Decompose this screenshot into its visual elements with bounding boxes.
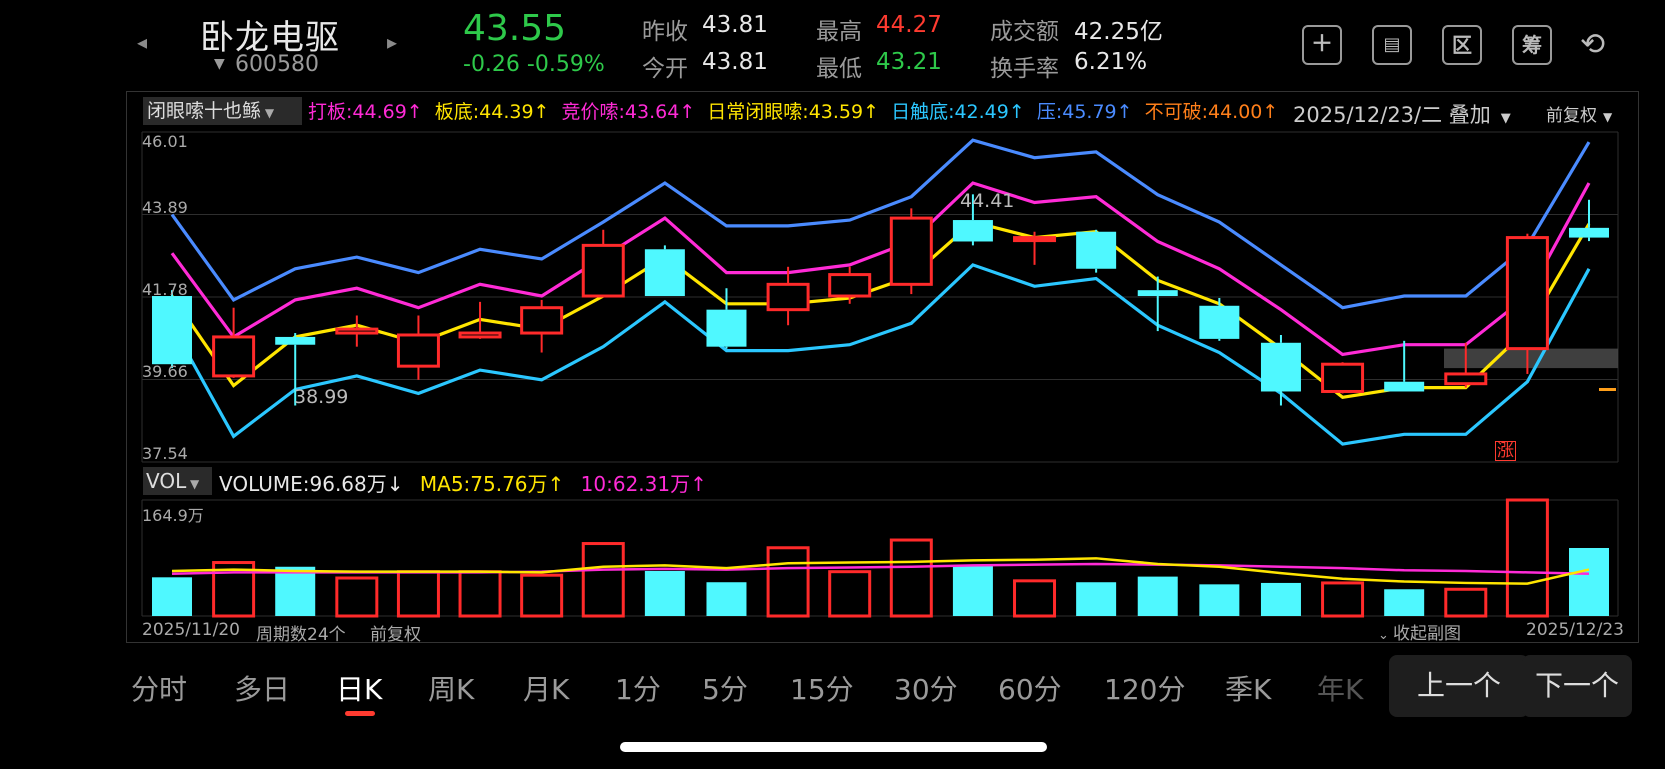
volume-bar <box>706 582 747 616</box>
candle-body <box>1505 236 1549 351</box>
candle-body <box>1321 362 1365 393</box>
next-button[interactable]: 下一个 <box>1522 655 1632 717</box>
volume-bar <box>644 570 685 616</box>
volume-bar <box>396 570 440 618</box>
tab-60fen[interactable]: 60分 <box>998 668 1062 708</box>
price-zone-band <box>1444 348 1618 369</box>
limit-up-marker: 涨 <box>1495 441 1516 461</box>
vol-dropdown-icon: ▼ <box>186 477 200 491</box>
tab-120fen[interactable]: 120分 <box>1104 668 1185 708</box>
price-chart[interactable] <box>0 0 1665 769</box>
volume-bar <box>520 573 564 618</box>
tab-duori[interactable]: 多日 <box>234 668 290 708</box>
vol-selector[interactable]: VOL ▼ <box>143 467 212 495</box>
collapse-subchart-button[interactable]: ⌄ 收起副图 <box>1378 619 1461 644</box>
candle-body <box>1569 227 1609 238</box>
indicator-line-压 <box>170 138 1591 310</box>
volume-bar <box>335 576 379 618</box>
candle-body <box>152 296 192 365</box>
volume-bar <box>1321 581 1365 618</box>
candle-body <box>766 282 810 312</box>
candle-body <box>396 333 440 368</box>
candle-body <box>1384 381 1425 392</box>
high-price-label: 44.41 <box>960 190 1015 212</box>
volume-bar <box>828 570 872 618</box>
start-date: 2025/11/20 <box>142 620 240 640</box>
home-indicator <box>620 742 1047 752</box>
y-tick-0: 46.01 <box>142 132 188 151</box>
tab-1fen[interactable]: 1分 <box>615 668 661 708</box>
candle-body <box>520 306 564 335</box>
vol-legend-volume: VOLUME:96.68万↓ <box>219 472 404 496</box>
low-price-label: 38.99 <box>294 386 349 408</box>
adjust-bottom: 前复权 <box>370 625 421 645</box>
volume-bar <box>152 577 192 616</box>
candle-body <box>275 336 316 345</box>
candle-body <box>1137 290 1178 297</box>
tab-zhouk[interactable]: 周K <box>428 668 474 708</box>
volume-bar <box>1076 582 1117 616</box>
volume-bar <box>1384 589 1425 616</box>
collapse-icon: ⌄ <box>1378 628 1394 643</box>
volume-bar <box>766 546 810 618</box>
vol-legend: VOLUME:96.68万↓ MA5:75.76万↑ 10:62.31万↑ <box>219 468 707 497</box>
volume-bar <box>1137 576 1178 616</box>
candle-body <box>828 273 872 298</box>
vol-max-label: 164.9万 <box>142 506 204 525</box>
tab-niank[interactable]: 年K <box>1317 668 1363 708</box>
vol-legend-ma5: MA5:75.76万↑ <box>419 472 565 496</box>
active-tab-indicator <box>345 711 375 716</box>
candle-body <box>1199 305 1240 339</box>
volume-bar <box>1013 579 1057 618</box>
vol-name: VOL <box>146 469 187 493</box>
candle-body <box>335 327 379 335</box>
volume-bar <box>1505 498 1549 618</box>
tab-yuek[interactable]: 月K <box>523 668 569 708</box>
tab-jik[interactable]: 季K <box>1225 668 1271 708</box>
volume-bar <box>952 565 993 616</box>
tab-30fen[interactable]: 30分 <box>894 668 958 708</box>
y-tick-1: 43.89 <box>142 198 188 217</box>
indicator-line-板底 <box>170 220 1591 399</box>
candle-body <box>1260 342 1301 392</box>
candle-body <box>458 331 502 339</box>
volume-bar <box>1199 584 1240 616</box>
end-date: 2025/12/23 <box>1526 620 1624 640</box>
tab-15fen[interactable]: 15分 <box>790 668 854 708</box>
candle-body <box>1076 231 1117 269</box>
tab-5fen[interactable]: 5分 <box>702 668 748 708</box>
indicator-line-日触底 <box>170 263 1591 446</box>
volume-bar <box>458 570 502 618</box>
volume-bar <box>1569 547 1609 616</box>
prev-button[interactable]: 上一个 <box>1389 655 1529 717</box>
vol-legend-ma10: 10:62.31万↑ <box>580 472 707 496</box>
volume-bar <box>581 542 625 618</box>
vol-ma5-line <box>171 557 1590 585</box>
candle-body <box>952 220 993 242</box>
y-tick-3: 39.66 <box>142 362 188 381</box>
candle-body <box>1013 236 1057 243</box>
candle-body <box>644 249 685 297</box>
volume-bar <box>1260 582 1301 616</box>
candle-body <box>706 309 747 347</box>
period-count: 周期数24个 <box>256 625 346 645</box>
tab-fenshi[interactable]: 分时 <box>131 668 187 708</box>
candle-body <box>1444 372 1488 386</box>
volume-bar <box>275 566 316 616</box>
volume-bar <box>1444 587 1488 618</box>
volume-bar <box>889 538 933 618</box>
candle-body <box>581 243 625 298</box>
candle-body <box>212 335 256 378</box>
y-tick-4: 37.54 <box>142 444 188 463</box>
tab-rik[interactable]: 日K <box>336 668 382 708</box>
collapse-label: 收起副图 <box>1393 624 1462 644</box>
y-tick-2: 41.78 <box>142 280 188 299</box>
candle-body <box>889 216 933 286</box>
